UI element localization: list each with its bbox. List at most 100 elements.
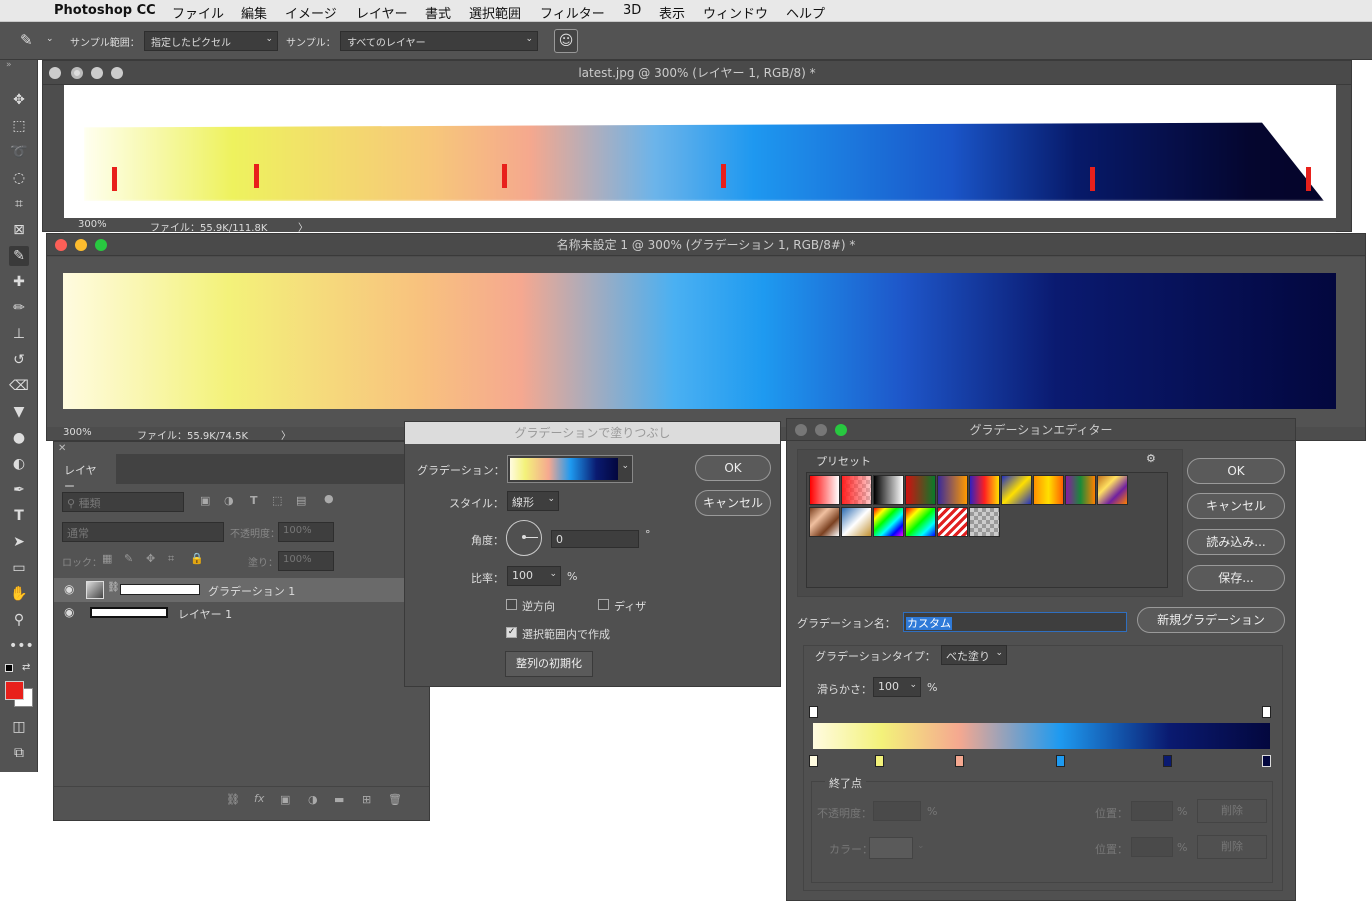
tab-layers[interactable]: レイヤー xyxy=(54,454,116,493)
menu-edit[interactable]: 編集 xyxy=(241,3,267,22)
chevron-down-icon[interactable]: ⌄ xyxy=(917,841,925,851)
frame-tool-icon[interactable]: ⊠ xyxy=(9,220,29,240)
stamp-tool-icon[interactable]: ⊥ xyxy=(9,324,29,344)
layer-row[interactable]: ◉ レイヤー 1 xyxy=(54,602,429,624)
eye-icon[interactable]: ◉ xyxy=(64,605,74,619)
delete-color-stop-button[interactable]: 削除 xyxy=(1197,835,1267,859)
preset-swatch[interactable] xyxy=(841,475,872,505)
preset-swatch[interactable] xyxy=(1097,475,1128,505)
minimize-icon[interactable] xyxy=(815,424,827,436)
delete-opacity-stop-button[interactable]: 削除 xyxy=(1197,799,1267,823)
zoom-level[interactable]: 300% xyxy=(78,219,107,230)
preset-swatch[interactable] xyxy=(905,475,936,505)
reset-alignment-button[interactable]: 整列の初期化 xyxy=(505,651,593,677)
gradient-type-select[interactable]: べた塗り ⌄ xyxy=(941,645,1007,665)
lock-all-icon[interactable]: 🔒 xyxy=(190,552,204,565)
adjustment-layer-icon[interactable]: ◑ xyxy=(308,793,318,806)
chevron-down-icon[interactable]: ⌄ xyxy=(909,680,917,690)
stop-opacity-position-field[interactable] xyxy=(1131,801,1173,821)
preset-swatch[interactable] xyxy=(1001,475,1032,505)
foreground-color-swatch[interactable] xyxy=(5,681,24,700)
smoothness-field[interactable]: 100 ⌄ xyxy=(873,677,921,697)
layer-filter-select[interactable]: ⚲ 種類 xyxy=(62,492,184,512)
menu-window[interactable]: ウィンドウ xyxy=(703,3,768,22)
gear-icon[interactable]: ⚙ xyxy=(1146,452,1156,465)
load-button[interactable]: 読み込み... xyxy=(1187,529,1285,555)
cancel-button[interactable]: キャンセル xyxy=(1187,493,1285,519)
opacity-field[interactable]: 100% xyxy=(278,522,334,542)
preset-swatch[interactable] xyxy=(1065,475,1096,505)
rectangle-tool-icon[interactable]: ▭ xyxy=(9,558,29,578)
stop-opacity-field[interactable] xyxy=(873,801,921,821)
hand-tool-icon[interactable]: ✋ xyxy=(9,584,29,604)
pen-tool-icon[interactable]: ✒ xyxy=(9,480,29,500)
eraser-tool-icon[interactable]: ⌫ xyxy=(9,376,29,396)
color-stop[interactable] xyxy=(1163,755,1172,767)
link-icon[interactable]: ⛓ xyxy=(107,582,120,593)
more-tools-icon[interactable]: ••• xyxy=(9,636,34,656)
preset-swatch[interactable] xyxy=(841,507,872,537)
preset-swatch[interactable] xyxy=(873,475,904,505)
filter-adjust-icon[interactable]: ◑ xyxy=(224,494,234,507)
fill-field[interactable]: 100% xyxy=(278,551,334,571)
swap-colors-icon[interactable]: ⇄ xyxy=(22,662,30,673)
stop-color-swatch[interactable] xyxy=(869,837,913,859)
canvas[interactable] xyxy=(64,85,1336,218)
status-arrow-icon[interactable]: 〉 xyxy=(298,219,308,234)
history-brush-icon[interactable]: ↺ xyxy=(9,350,29,370)
add-mask-icon[interactable]: ▣ xyxy=(280,793,290,806)
lock-pixels-icon[interactable]: ▦ xyxy=(102,552,112,565)
angle-field[interactable]: 0 xyxy=(551,530,639,548)
menu-view[interactable]: 表示 xyxy=(659,3,685,22)
zoom-tool-icon[interactable]: ⚲ xyxy=(9,610,29,630)
ok-button[interactable]: OK xyxy=(695,455,771,481)
gradient-bar[interactable] xyxy=(813,723,1270,749)
preset-swatch[interactable] xyxy=(873,507,904,537)
angle-dial[interactable] xyxy=(506,520,542,556)
opacity-stop[interactable] xyxy=(1262,706,1271,718)
cancel-button[interactable]: キャンセル xyxy=(695,490,771,516)
gradient-canvas[interactable] xyxy=(63,273,1336,409)
new-gradient-button[interactable]: 新規グラデーション xyxy=(1137,607,1285,633)
crop-tool-icon[interactable]: ⌗ xyxy=(9,194,29,214)
minimize-icon[interactable] xyxy=(91,67,103,79)
menu-select[interactable]: 選択範囲 xyxy=(469,3,521,22)
preset-swatch[interactable] xyxy=(969,507,1000,537)
opacity-stop[interactable] xyxy=(809,706,818,718)
color-stop[interactable] xyxy=(875,755,884,767)
zoom-icon[interactable] xyxy=(95,239,107,251)
collapse-icon[interactable]: » xyxy=(6,60,12,70)
menu-image[interactable]: イメージ xyxy=(285,3,337,22)
window-dot-icon[interactable] xyxy=(49,67,61,79)
gradient-preview[interactable] xyxy=(510,458,618,480)
default-colors-icon[interactable] xyxy=(5,664,13,672)
preset-swatch[interactable] xyxy=(809,507,840,537)
style-select[interactable]: 線形 ⌄ xyxy=(507,491,559,511)
lock-artboard-icon[interactable]: ⌗ xyxy=(168,552,174,566)
close-icon[interactable]: ✕ xyxy=(58,443,66,454)
chevron-down-icon[interactable]: ⌄ xyxy=(549,569,557,579)
chevron-down-icon[interactable]: ⌄ xyxy=(621,461,629,471)
color-stop[interactable] xyxy=(1056,755,1065,767)
color-stop[interactable] xyxy=(955,755,964,767)
path-select-icon[interactable]: ➤ xyxy=(9,532,29,552)
menu-file[interactable]: ファイル xyxy=(172,3,224,22)
reverse-checkbox[interactable] xyxy=(506,599,517,610)
ok-button[interactable]: OK xyxy=(1187,458,1285,484)
sample-select[interactable]: すべてのレイヤー ⌄ xyxy=(340,31,538,51)
zoom-level[interactable]: 300% xyxy=(63,427,92,438)
menu-filter[interactable]: フィルター xyxy=(540,3,605,22)
menu-layer[interactable]: レイヤー xyxy=(356,3,408,22)
close-icon[interactable] xyxy=(71,67,83,79)
trash-icon[interactable]: 🗑 xyxy=(388,793,402,806)
quick-mask-icon[interactable]: ◫ xyxy=(9,717,29,737)
fx-icon[interactable]: fx xyxy=(254,792,264,805)
quick-select-tool-icon[interactable]: ◌ xyxy=(9,168,29,188)
filter-shape-icon[interactable]: ⬚ xyxy=(272,494,282,507)
scale-field[interactable]: 100 ⌄ xyxy=(507,566,561,586)
filter-toggle-icon[interactable]: ● xyxy=(324,492,334,505)
dither-checkbox[interactable] xyxy=(598,599,609,610)
lasso-tool-icon[interactable]: ➰ xyxy=(9,142,29,162)
preset-swatch[interactable] xyxy=(905,507,936,537)
color-stop[interactable] xyxy=(809,755,818,767)
